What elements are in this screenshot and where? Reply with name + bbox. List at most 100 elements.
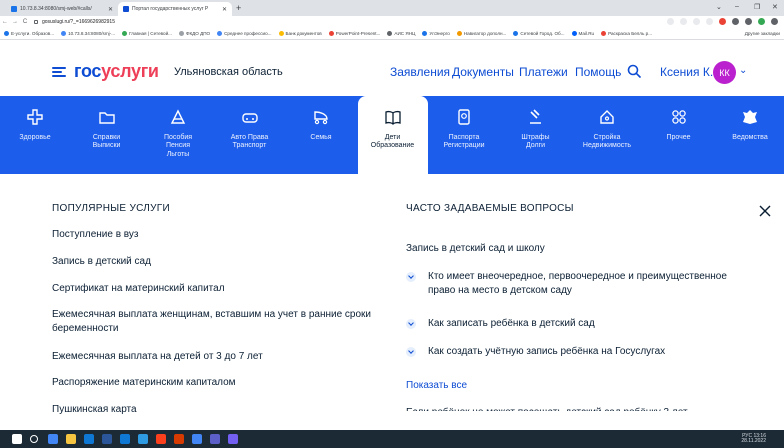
close-window-icon[interactable]: ✕ [772,3,778,11]
browser-tab-active[interactable]: Портал государственных услуг Р ✕ [118,2,232,16]
store-icon[interactable] [120,434,130,444]
back-icon[interactable]: ← [0,19,10,25]
faq-item[interactable]: Как создать учётную запись ребёнка на Го… [406,345,736,359]
bookmark-item[interactable]: ФКДО ДПО [178,31,210,36]
new-tab-icon[interactable]: + [236,3,241,13]
gosuslugi-logo[interactable]: госуслуги [74,61,159,82]
service-link[interactable]: Ежемесячная выплата на детей от 3 до 7 л… [52,350,382,364]
category-stroller[interactable]: Семья [286,96,356,174]
google-icon[interactable] [667,18,674,25]
url-field[interactable]: gosuslugi.ru/?_=1669626982915 [34,19,115,25]
chevron-down-icon [406,272,416,282]
faq-item[interactable]: Как записать ребёнка в детский сад [406,317,736,331]
viber-icon[interactable] [228,434,238,444]
zoom-icon[interactable] [680,18,687,25]
bookmark-item[interactable]: Среднее профессио... [217,31,272,36]
search-icon[interactable] [30,435,38,443]
service-link[interactable]: Ежемесячная выплата женщинам, вставшим н… [52,308,382,336]
region-selector[interactable]: Ульяновская область [174,66,283,78]
category-label: Ведомства [732,134,768,141]
puzzle-icon[interactable] [732,18,739,25]
chevron-down-icon [406,319,416,329]
category-label: Справки Выписки [92,134,121,150]
close-tab-icon[interactable]: ✕ [104,6,113,13]
share-icon[interactable] [693,18,700,25]
user-name[interactable]: Ксения К. [660,65,713,79]
minimize-icon[interactable]: – [735,3,739,10]
menu-icon[interactable] [771,18,778,25]
category-cross[interactable]: Здоровье [0,96,70,174]
bookmark-item[interactable]: Раскраска Белль р... [601,31,652,36]
bookmark-label: Mail.Ru [578,31,595,36]
bookmark-item[interactable]: Главная | Сетевой... [122,31,172,36]
bookmark-label: PowerPoint-Present... [335,31,381,36]
bookmark-icon [122,31,128,36]
faq-next-heading-cut: Если ребёнок не может посещать детский с… [406,407,688,411]
extension-icon[interactable] [719,18,726,25]
show-all-link[interactable]: Показать все [406,380,467,391]
category-folder[interactable]: Справки Выписки [72,96,142,174]
menu-burger-icon[interactable] [52,67,66,77]
service-link[interactable]: Сертификат на материнский капитал [52,282,382,296]
chrome-icon[interactable] [48,434,58,444]
close-tab-icon[interactable]: ✕ [218,6,227,13]
category-grid[interactable]: Прочее [644,96,714,174]
bookmark-icon [61,31,67,36]
sidebar-icon[interactable] [745,18,752,25]
category-emblem[interactable]: Ведомства [715,96,784,174]
forward-icon[interactable]: → [10,19,20,25]
category-car[interactable]: Авто Права Транспорт [215,96,285,174]
service-link[interactable]: Запись в детский сад [52,255,382,269]
bookmark-item[interactable]: АИС ЯНЦ [387,31,415,36]
bookmark-item[interactable]: Навигатор дополн... [456,31,506,36]
mail-icon[interactable] [84,434,94,444]
category-gavel[interactable]: Штрафы Долги [501,96,571,174]
category-book[interactable]: Дети Образование [357,96,428,176]
bookmark-item[interactable]: Сетевой Город. Об... [513,31,565,36]
bookmark-item[interactable]: УлЭнерго [422,31,450,36]
nav-help[interactable]: Помощь [575,65,621,79]
nav-payments[interactable]: Платежи [519,65,568,79]
tab-search-icon[interactable]: ⌄ [716,3,722,11]
teams-icon[interactable] [210,434,220,444]
category-label: Здоровье [19,134,51,141]
category-wallet[interactable]: Пособия Пенсия Льготы [143,96,213,174]
edge-icon[interactable] [138,434,148,444]
nav-applications[interactable]: Заявления [390,65,450,79]
chrome2-icon[interactable] [192,434,202,444]
other-bookmarks[interactable]: Другие закладки [745,31,780,36]
stroller-icon [314,111,328,125]
system-tray[interactable]: РУС 13:16 28.11.2022 [741,434,766,444]
app-icon[interactable] [174,434,184,444]
bookmark-item[interactable]: 10.73.8.34:8080/smj-... [61,31,115,36]
category-house[interactable]: Стройка Недвижимость [572,96,642,174]
faq-item[interactable]: Кто имеет внеочередное, первоочередное и… [406,270,736,298]
popular-services-title: Популярные услуги [52,203,171,214]
bookmark-label: Раскраска Белль р... [608,31,653,36]
service-link[interactable]: Пушкинская карта [52,403,382,417]
profile-icon[interactable] [758,18,765,25]
maximize-icon[interactable]: ❐ [754,3,760,11]
category-label: Семья [310,134,332,141]
yandex-icon[interactable] [156,434,166,444]
bookmark-icon [178,31,184,36]
service-link[interactable]: Поступление в вуз [52,228,382,242]
bookmark-item[interactable]: PowerPoint-Present... [328,31,381,36]
bookmark-item[interactable]: Банк документов [278,31,322,36]
bookmarks-bar: E-услуги. Образов... 10.73.8.34:8080/smj-… [0,28,784,40]
word-icon[interactable] [102,434,112,444]
category-passport[interactable]: Паспорта Регистрации [429,96,499,174]
chevron-down-icon[interactable]: ⌄ [739,65,747,76]
nav-documents[interactable]: Документы [452,65,514,79]
bookmark-item[interactable]: E-услуги. Образов... [4,31,54,36]
browser-tab[interactable]: 10.73.8.34:8080/smj-web/#calls/ ✕ [6,2,118,16]
service-link[interactable]: Распоряжение материнским капиталом [52,376,382,390]
close-icon[interactable] [756,202,774,220]
search-icon[interactable] [627,64,641,78]
windows-start-icon[interactable] [12,434,22,444]
star-icon[interactable] [706,18,713,25]
bookmark-item[interactable]: Mail.Ru [571,31,595,36]
explorer-icon[interactable] [66,434,76,444]
avatar[interactable]: КК [713,61,736,84]
reload-icon[interactable]: C [20,19,30,25]
